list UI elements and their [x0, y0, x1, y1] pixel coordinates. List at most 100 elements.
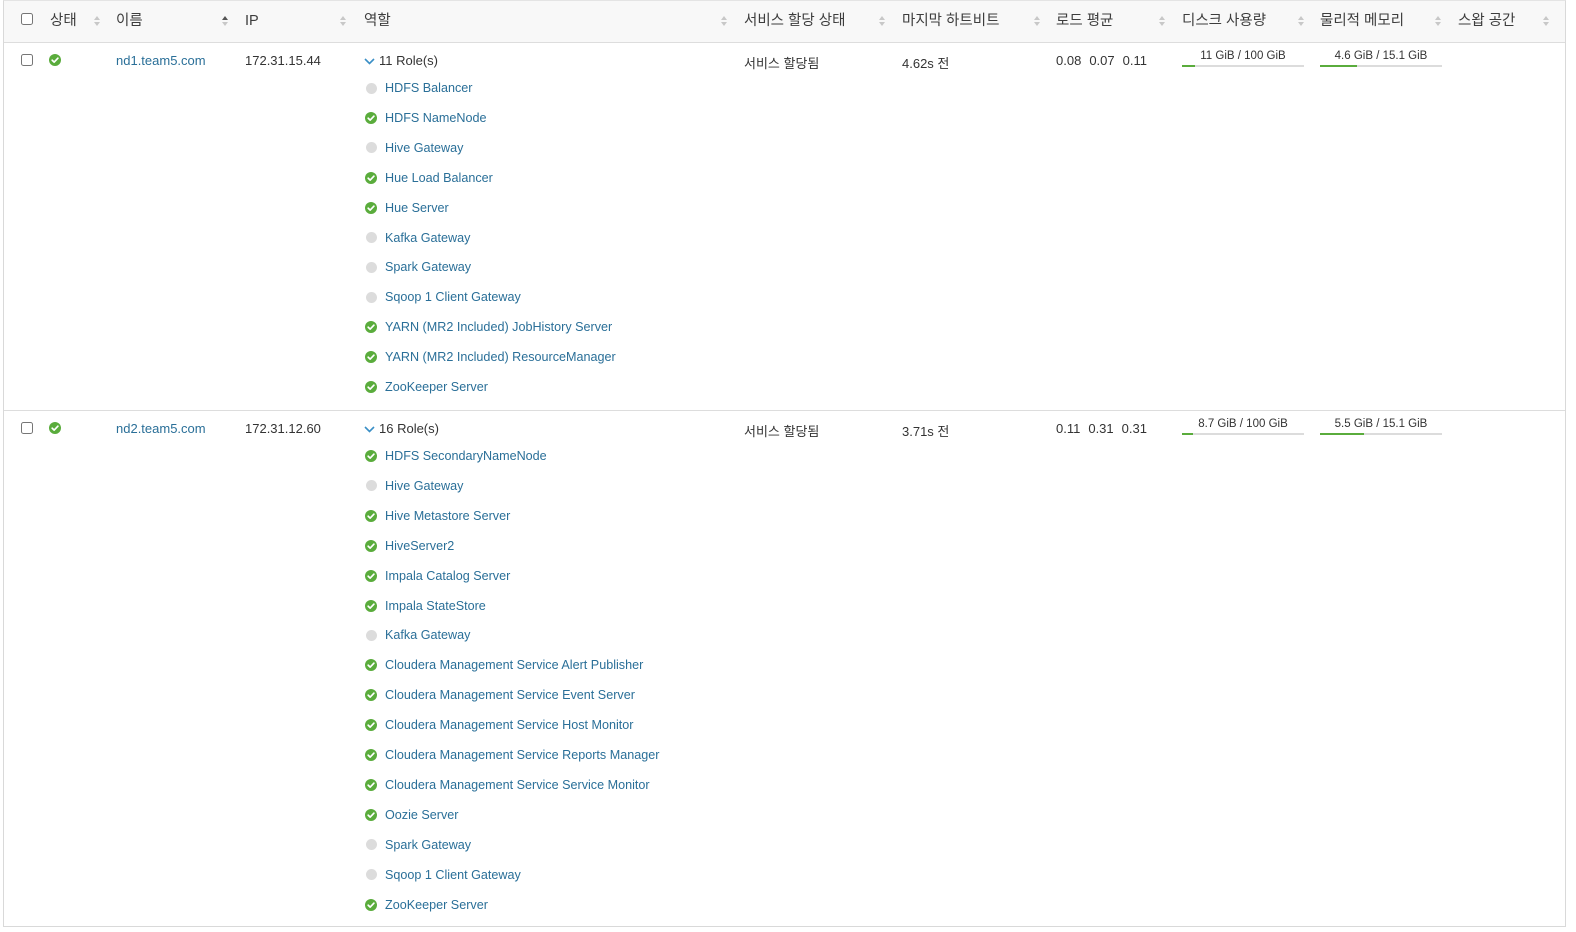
role-link[interactable]: Cloudera Management Service Event Server: [385, 685, 635, 705]
disk-usage-bar: 8.7 GiB / 100 GiB: [1182, 417, 1304, 435]
host-name-link[interactable]: nd2.team5.com: [116, 421, 206, 436]
column-header-roles[interactable]: 역할: [364, 1, 391, 41]
column-header-ip[interactable]: IP: [245, 1, 259, 41]
status-good-icon: [365, 111, 377, 124]
status-none-icon: [365, 142, 377, 154]
sort-icon[interactable]: [1434, 15, 1442, 27]
sort-icon[interactable]: [1033, 15, 1041, 27]
status-good-icon: [365, 599, 377, 612]
role-link[interactable]: Oozie Server: [385, 805, 459, 825]
role-link[interactable]: Sqoop 1 Client Gateway: [385, 865, 521, 885]
status-none-icon: [365, 261, 377, 273]
role-link[interactable]: YARN (MR2 Included) ResourceManager: [385, 347, 616, 367]
status-good-icon: [365, 171, 377, 184]
host-name-link[interactable]: nd1.team5.com: [116, 53, 206, 68]
role-link[interactable]: Hive Gateway: [385, 476, 463, 496]
host-ip: 172.31.15.44: [245, 53, 321, 68]
last-heartbeat: 4.62s 전: [902, 56, 950, 71]
table-row: nd2.team5.com 172.31.12.60 16 Role(s) HD…: [4, 411, 1565, 926]
status-good-icon: [365, 450, 377, 462]
memory-usage-fill: [1320, 65, 1358, 67]
roles-toggle[interactable]: 11 Role(s): [364, 53, 438, 68]
sort-icon[interactable]: [1158, 15, 1166, 27]
column-header-physical-memory[interactable]: 물리적 메모리: [1320, 1, 1404, 41]
role-link[interactable]: Impala Catalog Server: [385, 566, 510, 586]
role-link[interactable]: ZooKeeper Server: [385, 377, 488, 397]
row-checkbox[interactable]: [21, 422, 33, 434]
roles-toggle[interactable]: 16 Role(s): [364, 421, 439, 436]
load-average: 0.11 0.31 0.31: [1056, 421, 1155, 436]
status-good-icon: [365, 778, 377, 791]
load-average-15min: 0.31: [1121, 421, 1147, 436]
load-average-1min: 0.11: [1056, 421, 1081, 436]
role-link[interactable]: Hive Gateway: [385, 138, 463, 158]
role-link[interactable]: Cloudera Management Service Host Monitor: [385, 715, 634, 735]
status-good-icon: [365, 898, 377, 911]
memory-usage-fill: [1320, 433, 1365, 435]
status-good-icon: [365, 201, 377, 214]
sort-icon[interactable]: [93, 15, 101, 27]
role-link[interactable]: Impala StateStore: [385, 596, 486, 616]
role-link[interactable]: Hue Load Balancer: [385, 168, 493, 188]
memory-usage-bar: 4.6 GiB / 15.1 GiB: [1320, 49, 1442, 67]
role-link[interactable]: YARN (MR2 Included) JobHistory Server: [385, 317, 612, 337]
role-link[interactable]: Spark Gateway: [385, 257, 471, 277]
host-status-good-icon: [49, 54, 61, 66]
status-none-icon: [365, 629, 377, 641]
sort-icon[interactable]: [1297, 15, 1305, 27]
load-average-1min: 0.08: [1056, 53, 1082, 68]
role-link[interactable]: Cloudera Management Service Service Moni…: [385, 775, 650, 795]
memory-usage-label: 5.5 GiB / 15.1 GiB: [1334, 418, 1428, 430]
roles-summary: 11 Role(s): [379, 53, 439, 68]
memory-usage-bar: 5.5 GiB / 15.1 GiB: [1320, 417, 1442, 435]
hosts-table: 상태 이름 IP 역할 서비스 할당 상태 마지막 하트비트 로드 평균 디스크…: [3, 0, 1566, 927]
status-none-icon: [365, 480, 377, 492]
status-none-icon: [365, 869, 377, 881]
load-average-15min: 0.11: [1122, 53, 1147, 68]
load-average-5min: 0.31: [1088, 421, 1114, 436]
row-checkbox[interactable]: [21, 54, 33, 66]
status-none-icon: [365, 291, 377, 303]
column-header-commission-state[interactable]: 서비스 할당 상태: [744, 1, 845, 41]
role-link[interactable]: Cloudera Management Service Alert Publis…: [385, 655, 643, 675]
role-link[interactable]: HiveServer2: [385, 536, 454, 556]
status-good-icon: [365, 321, 377, 334]
sort-icon[interactable]: [339, 15, 347, 27]
sort-ascending-icon[interactable]: [221, 15, 229, 27]
role-link[interactable]: Spark Gateway: [385, 835, 471, 855]
disk-usage-fill: [1182, 65, 1196, 67]
disk-usage-label: 11 GiB / 100 GiB: [1200, 50, 1286, 62]
role-link[interactable]: Hue Server: [385, 198, 449, 218]
sort-icon[interactable]: [878, 15, 886, 27]
commission-state: 서비스 할당됨: [744, 56, 820, 71]
role-link[interactable]: Kafka Gateway: [385, 228, 470, 248]
column-header-swap-space[interactable]: 스왑 공간: [1458, 1, 1515, 41]
role-link[interactable]: HDFS NameNode: [385, 108, 486, 128]
column-header-last-heartbeat[interactable]: 마지막 하트비트: [902, 1, 999, 41]
role-link[interactable]: HDFS Balancer: [385, 78, 473, 98]
disk-usage-fill: [1182, 433, 1193, 435]
roles-summary: 16 Role(s): [379, 421, 439, 436]
role-link[interactable]: Hive Metastore Server: [385, 506, 510, 526]
column-header-disk-usage[interactable]: 디스크 사용량: [1182, 1, 1266, 41]
role-link[interactable]: HDFS SecondaryNameNode: [385, 446, 547, 466]
status-good-icon: [365, 719, 377, 732]
host-ip: 172.31.12.60: [245, 421, 321, 436]
status-good-icon: [365, 749, 377, 761]
role-link[interactable]: Cloudera Management Service Reports Mana…: [385, 745, 659, 765]
column-header-status[interactable]: 상태: [50, 1, 77, 41]
role-link[interactable]: Kafka Gateway: [385, 625, 470, 645]
status-good-icon: [365, 539, 377, 552]
sort-icon[interactable]: [720, 15, 728, 27]
status-good-icon: [365, 351, 377, 364]
chevron-down-icon: [364, 53, 375, 68]
select-all-checkbox[interactable]: [21, 13, 33, 25]
table-header: 상태 이름 IP 역할 서비스 할당 상태 마지막 하트비트 로드 평균 디스크…: [4, 1, 1565, 43]
column-header-load-average[interactable]: 로드 평균: [1056, 1, 1113, 41]
column-header-name[interactable]: 이름: [116, 1, 143, 41]
status-none-icon: [365, 232, 377, 244]
sort-icon[interactable]: [1542, 15, 1550, 27]
role-link[interactable]: Sqoop 1 Client Gateway: [385, 287, 521, 307]
last-heartbeat: 3.71s 전: [902, 424, 950, 439]
role-link[interactable]: ZooKeeper Server: [385, 895, 488, 915]
